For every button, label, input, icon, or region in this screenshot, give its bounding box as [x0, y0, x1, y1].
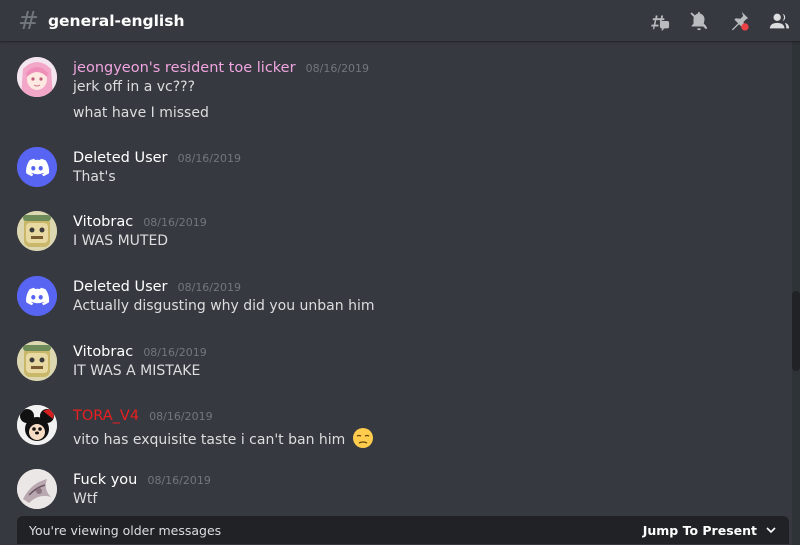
username[interactable]: Fuck you — [73, 472, 137, 488]
message-text: I WAS MUTED — [73, 233, 169, 249]
username[interactable]: Deleted User — [73, 150, 168, 166]
timestamp: 08/16/2019 — [149, 410, 213, 423]
message-text: vito has exquisite taste i can't ban him — [73, 432, 346, 448]
message-text: That's — [73, 169, 116, 185]
username[interactable]: Vitobrac — [73, 344, 133, 360]
jump-to-present-button[interactable]: Jump To Present — [643, 523, 777, 538]
timestamp: 08/16/2019 — [143, 346, 207, 359]
pensive-face-emoji[interactable] — [352, 427, 374, 453]
cartoon-face-avatar[interactable] — [17, 211, 57, 251]
cartoon-face-avatar[interactable] — [17, 341, 57, 381]
timestamp: 08/16/2019 — [177, 281, 242, 294]
jump-to-present-label: Jump To Present — [642, 522, 757, 538]
channel-name: general-english — [47, 11, 185, 30]
older-messages-bar: You're viewing older messages Jump To Pr… — [17, 516, 789, 544]
pinned-messages-icon[interactable] — [726, 8, 752, 34]
username[interactable]: jeongyeon's resident toe licker — [73, 60, 296, 76]
message-text: Actually disgusting why did you unban hi… — [73, 298, 375, 314]
username[interactable]: Deleted User — [73, 279, 168, 295]
discord-default-avatar[interactable] — [17, 276, 57, 316]
channel-header: # general-english — [0, 0, 800, 41]
text-channel-icon: # — [18, 6, 39, 35]
timestamp: 08/16/2019 — [147, 474, 211, 487]
notifications-muted-icon[interactable] — [686, 8, 712, 34]
chevron-down-icon — [766, 527, 776, 534]
message-text: Wtf — [73, 491, 98, 507]
timestamp: 08/16/2019 — [305, 62, 370, 75]
message-list[interactable]: jeongyeon's resident toe licker 08/16/20… — [0, 41, 800, 545]
anime-pink-hair-avatar[interactable] — [17, 57, 57, 97]
scrollbar-thumb[interactable] — [792, 291, 800, 371]
scrollbar-track[interactable] — [792, 41, 800, 545]
discord-default-avatar[interactable] — [17, 147, 57, 187]
message-text: jerk off in a vc??? — [73, 79, 195, 95]
username[interactable]: TORA_V4 — [73, 408, 139, 424]
member-list-icon[interactable] — [766, 8, 792, 34]
timestamp: 08/16/2019 — [177, 152, 242, 165]
username[interactable]: Vitobrac — [73, 214, 133, 230]
older-messages-text: You're viewing older messages — [29, 522, 222, 538]
message-text: what have I missed — [73, 105, 209, 121]
threads-icon[interactable] — [646, 8, 672, 34]
timestamp: 08/16/2019 — [143, 216, 207, 229]
header-toolbar — [632, 0, 792, 41]
sketch-avatar[interactable] — [17, 469, 57, 509]
message-text: IT WAS A MISTAKE — [73, 363, 201, 379]
cartoon-character-avatar[interactable] — [17, 405, 57, 445]
